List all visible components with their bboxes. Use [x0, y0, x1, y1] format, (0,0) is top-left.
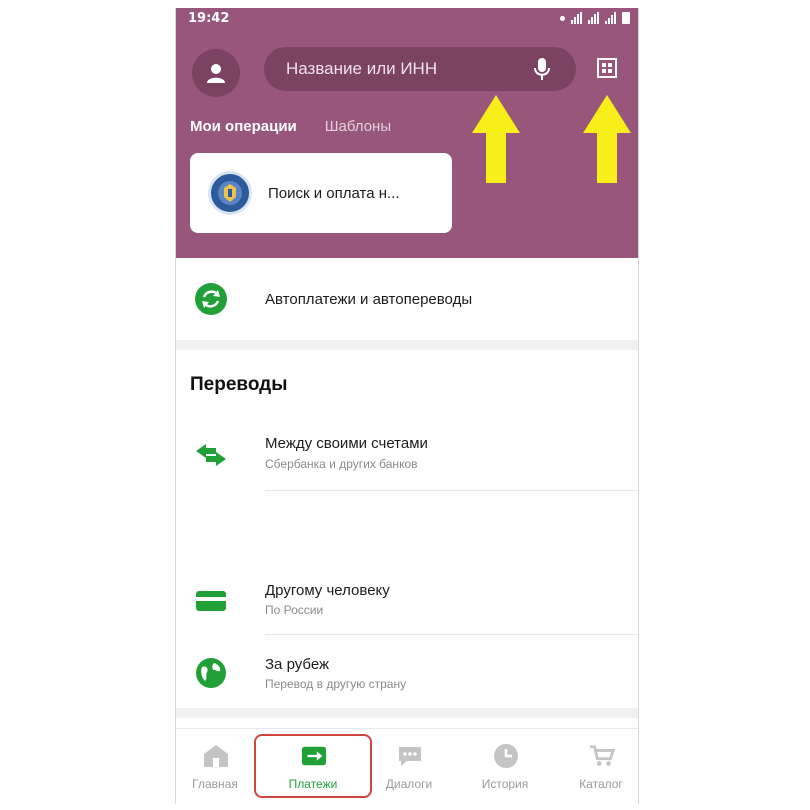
- search-input[interactable]: Название или ИНН: [264, 47, 576, 91]
- transfer-subtitle: Сбербанка и других банков: [265, 457, 418, 471]
- search-placeholder: Название или ИНН: [286, 59, 438, 78]
- autopay-refresh-icon: [194, 282, 228, 316]
- nav-dialogs[interactable]: Диалоги: [364, 729, 454, 804]
- phone-screen: 19:42 Название или ИНН Мои операции Шабл…: [175, 8, 639, 804]
- yellow-arrow-icon: [583, 95, 631, 183]
- autopayments-row[interactable]: Автоплатежи и автопереводы: [176, 258, 638, 340]
- signal-icon: [571, 12, 582, 24]
- nav-label: Диалоги: [385, 777, 433, 791]
- payments-arrow-icon: [301, 743, 327, 769]
- profile-button[interactable]: [192, 49, 240, 97]
- tax-search-card[interactable]: Поиск и оплата н...: [190, 153, 452, 233]
- row-divider: [265, 490, 638, 491]
- autopay-label: Автоплатежи и автопереводы: [265, 291, 473, 308]
- transfer-title: Между своими счетами: [265, 435, 428, 452]
- tax-service-logo-icon: [208, 171, 252, 215]
- header-panel: 19:42 Название или ИНН Мои операции Шабл…: [176, 8, 638, 258]
- battery-icon: [622, 12, 630, 24]
- nav-home[interactable]: Главная: [176, 729, 260, 804]
- qr-scan-button[interactable]: [596, 57, 618, 79]
- qr-code-icon: [597, 58, 617, 78]
- transfer-own-accounts-row[interactable]: Между своими счетами Сбербанка и других …: [176, 428, 638, 498]
- transfers-heading: Переводы: [190, 374, 288, 395]
- status-icons: [560, 12, 630, 24]
- nav-catalog[interactable]: Каталог: [556, 729, 638, 804]
- microphone-icon[interactable]: [530, 56, 554, 82]
- nav-label: История: [481, 777, 529, 791]
- tab-templates[interactable]: Шаблоны: [325, 118, 391, 135]
- home-icon: [203, 743, 229, 769]
- nav-payments[interactable]: Платежи: [268, 729, 358, 804]
- operations-tabs: Мои операции Шаблоны: [190, 118, 391, 135]
- tax-search-label: Поиск и оплата н...: [268, 184, 400, 202]
- wifi-icon: [605, 12, 616, 24]
- card-icon: [194, 584, 228, 618]
- status-bar: 19:42: [176, 8, 638, 30]
- user-icon: [207, 64, 225, 83]
- clock-icon: [493, 743, 519, 769]
- section-divider: [176, 708, 638, 718]
- transfer-other-person-row[interactable]: Другому человеку По России: [176, 574, 638, 636]
- transfer-title: Другому человеку: [265, 582, 390, 599]
- section-divider: [176, 340, 638, 350]
- transfer-subtitle: Перевод в другую страну: [265, 677, 407, 691]
- transfer-abroad-row[interactable]: За рубеж Перевод в другую страну: [176, 648, 638, 708]
- nav-label: Каталог: [579, 777, 623, 791]
- transfer-subtitle: По России: [265, 603, 324, 617]
- transfer-title: За рубеж: [265, 656, 330, 673]
- notification-dot-icon: [560, 15, 565, 21]
- nav-history[interactable]: История: [460, 729, 550, 804]
- exchange-icon: [194, 438, 228, 472]
- cart-icon: [589, 743, 615, 769]
- nav-label: Платежи: [288, 777, 338, 791]
- nav-label: Главная: [192, 777, 238, 791]
- bottom-navigation: Главная Платежи Диалоги История Каталог: [176, 728, 638, 804]
- status-time: 19:42: [188, 11, 230, 26]
- yellow-arrow-icon: [472, 95, 520, 183]
- chat-icon: [397, 743, 423, 769]
- tab-my-operations[interactable]: Мои операции: [190, 118, 297, 135]
- globe-icon: [194, 656, 228, 690]
- signal-2-icon: [588, 12, 599, 24]
- row-divider: [265, 634, 638, 635]
